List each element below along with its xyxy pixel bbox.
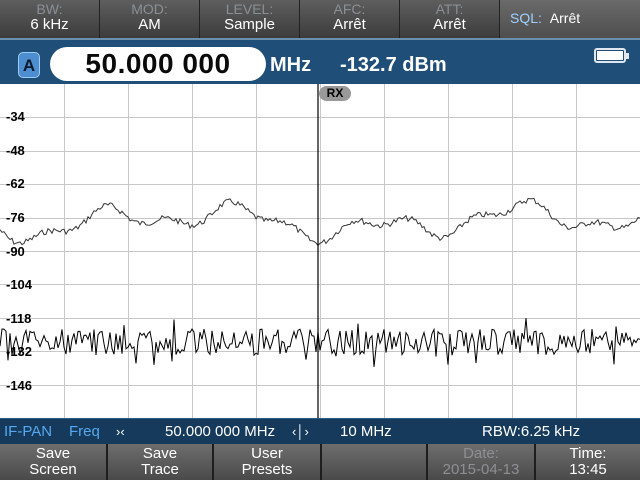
y-tick: -48: [6, 143, 25, 158]
bandwidth-value: 6 kHz: [30, 16, 69, 33]
softkey-line2: Screen: [29, 461, 77, 478]
y-tick: -90: [6, 244, 25, 259]
battery-icon: [594, 48, 629, 63]
user-presets-button[interactable]: User Presets: [214, 444, 322, 480]
center-marker-icon: ›‹: [116, 424, 125, 439]
squelch-value: Arrêt: [549, 10, 581, 26]
softkey-line1: User: [251, 445, 283, 462]
spectrum-svg: [0, 84, 640, 418]
softkey-line1: Save: [142, 445, 178, 462]
level-param[interactable]: LEVEL: Sample: [200, 0, 300, 38]
squelch-param[interactable]: SQL: Arrêt: [500, 0, 640, 38]
y-tick: -146: [6, 378, 33, 393]
softkey-line2: Presets: [241, 461, 293, 478]
spectrum-plot[interactable]: -34 -48 -62 -76 -90 -104 -118 -132 -146: [0, 84, 640, 418]
time-label: Time:: [569, 445, 607, 462]
signal-level-readout: -132.7 dBm: [340, 54, 447, 76]
softkey-line2: Trace: [141, 461, 179, 478]
rx-marker-label[interactable]: RX: [319, 86, 351, 101]
battery-tip: [626, 53, 629, 59]
save-screen-button[interactable]: Save Screen: [0, 444, 108, 480]
span-value: 10 MHz: [340, 423, 392, 440]
y-tick: -118: [6, 311, 32, 326]
level-value: Sample: [224, 16, 275, 33]
channel-badge[interactable]: A: [18, 52, 40, 78]
y-tick: -76: [6, 210, 25, 225]
afc-label: AFC:: [333, 1, 366, 17]
frequency-row: A 50.000 000 MHz -132.7 dBm: [0, 38, 640, 84]
plot-grid: [0, 84, 640, 418]
y-tick: -104: [6, 277, 33, 292]
center-frequency-status: 50.000 000 MHz: [165, 423, 276, 440]
bandwidth-label: BW:: [36, 1, 63, 17]
span-marker-icon: ‹│›: [292, 424, 309, 439]
attenuator-label: ATT:: [435, 1, 464, 17]
bandwidth-param[interactable]: BW: 6 kHz: [0, 0, 100, 38]
date-label: Date:: [463, 445, 499, 462]
date-softkey[interactable]: Date: 2015-04-13: [428, 444, 536, 480]
frequency-unit: MHz: [270, 54, 312, 76]
y-tick: -62: [6, 176, 25, 191]
attenuator-param[interactable]: ATT: Arrêt: [400, 0, 500, 38]
modulation-param[interactable]: MOD: AM: [100, 0, 200, 38]
modulation-value: AM: [138, 16, 161, 33]
center-frequency-input[interactable]: 50.000 000: [50, 47, 266, 81]
level-label: LEVEL:: [225, 1, 274, 17]
time-softkey[interactable]: Time: 13:45: [536, 444, 640, 480]
afc-value: Arrêt: [333, 16, 366, 33]
squelch-label: SQL:: [510, 10, 542, 26]
y-tick: -34: [6, 109, 25, 124]
afc-param[interactable]: AFC: Arrêt: [300, 0, 400, 38]
modulation-label: MOD:: [131, 1, 168, 17]
softkey-line1: Save: [35, 445, 71, 462]
mode-label: IF-PAN: [4, 423, 53, 440]
status-bar: IF-PAN Freq ›‹ 50.000 000 MHz ‹│› 10 MHz…: [0, 418, 640, 444]
time-value: 13:45: [569, 461, 607, 478]
y-tick: -132: [6, 344, 33, 359]
empty-softkey[interactable]: [322, 444, 428, 480]
freq-label: Freq: [69, 423, 100, 440]
battery-fill: [597, 51, 623, 60]
rbw-value: RBW:6.25 kHz: [482, 423, 581, 440]
date-value: 2015-04-13: [442, 461, 520, 478]
attenuator-value: Arrêt: [433, 16, 466, 33]
save-trace-button[interactable]: Save Trace: [108, 444, 214, 480]
